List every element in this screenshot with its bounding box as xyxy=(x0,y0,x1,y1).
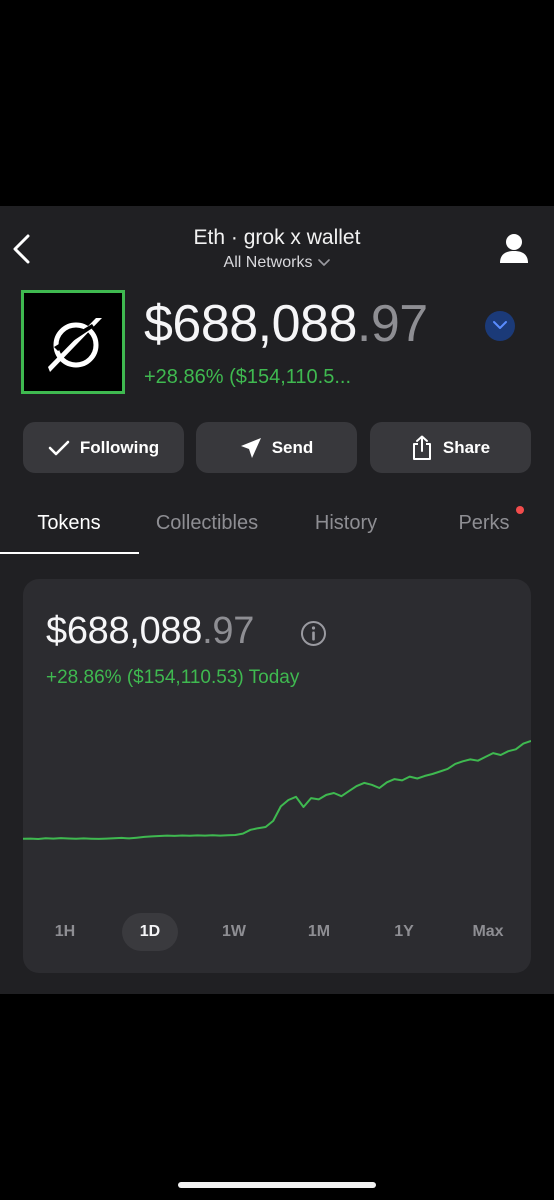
currency-dropdown[interactable] xyxy=(485,311,515,341)
chart-balance-cents: .97 xyxy=(202,610,255,652)
price-line-chart[interactable] xyxy=(23,729,531,879)
header: Eth · grok x wallet All Networks xyxy=(0,206,554,286)
range-1w[interactable]: 1W xyxy=(206,913,262,951)
chart-balance: $688,088.97 xyxy=(46,607,254,655)
send-button[interactable]: Send xyxy=(196,422,357,473)
chart-balance-whole: $688,088 xyxy=(46,610,203,652)
wallet-screen: Eth · grok x wallet All Networks $688,08… xyxy=(0,206,554,994)
range-1h[interactable]: 1H xyxy=(37,913,93,951)
tab-bar: Tokens Collectibles History Perks xyxy=(0,502,554,556)
action-bar: Following Send Share xyxy=(23,422,531,474)
share-icon xyxy=(412,435,431,460)
check-icon xyxy=(48,440,70,455)
wallet-title: Eth · grok x wallet xyxy=(193,226,361,249)
profile-button[interactable] xyxy=(498,232,530,266)
network-label: All Networks xyxy=(223,254,313,271)
range-max[interactable]: Max xyxy=(460,913,516,951)
perks-notification-dot xyxy=(516,506,524,514)
tab-collectibles[interactable]: Collectibles xyxy=(138,502,276,552)
following-button[interactable]: Following xyxy=(23,422,184,473)
network-selector[interactable]: All Networks xyxy=(0,254,554,272)
active-tab-indicator xyxy=(0,552,139,554)
balance-change: +28.86% ($154,110.5... xyxy=(144,366,352,388)
range-1d[interactable]: 1D xyxy=(122,913,178,951)
balance-cents: .97 xyxy=(356,295,428,353)
tab-tokens[interactable]: Tokens xyxy=(0,502,138,552)
chart-change-today: +28.86% ($154,110.53) Today xyxy=(46,667,300,688)
range-1m[interactable]: 1M xyxy=(291,913,347,951)
range-selector: 1H 1D 1W 1M 1Y Max xyxy=(23,913,531,953)
range-1y[interactable]: 1Y xyxy=(376,913,432,951)
total-balance: $688,088.97 xyxy=(144,294,428,354)
balance-chart-card: $688,088.97 +28.86% ($154,110.53) Today … xyxy=(23,579,531,973)
send-icon xyxy=(240,437,261,458)
balance-whole: $688,088 xyxy=(144,295,357,353)
info-button[interactable] xyxy=(300,620,327,647)
price-series-line xyxy=(23,740,531,840)
grok-logo-icon xyxy=(48,318,102,372)
home-indicator xyxy=(178,1182,376,1188)
following-label: Following xyxy=(79,437,160,457)
send-label: Send xyxy=(271,437,314,457)
tab-history[interactable]: History xyxy=(277,502,415,552)
chevron-down-icon xyxy=(318,258,331,266)
info-icon xyxy=(301,621,326,646)
share-button[interactable]: Share xyxy=(370,422,531,473)
share-label: Share xyxy=(442,437,491,457)
tab-perks[interactable]: Perks xyxy=(415,502,553,552)
chevron-down-icon xyxy=(493,321,507,329)
wallet-avatar xyxy=(21,290,125,394)
person-icon xyxy=(500,234,528,263)
